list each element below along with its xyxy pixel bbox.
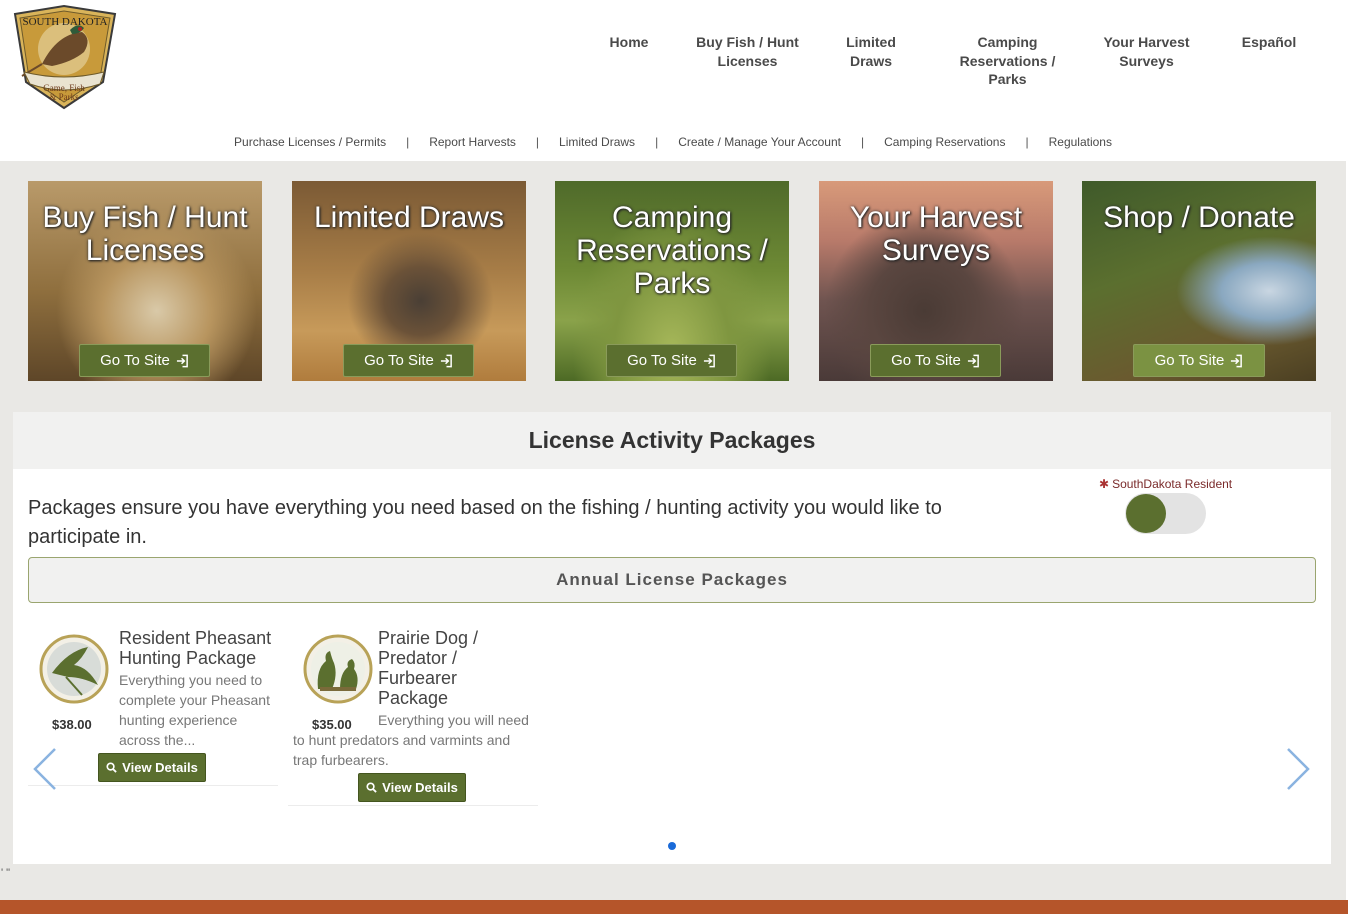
resident-label: ✱ SouthDakota Resident [1099, 477, 1232, 491]
pheasant-package-icon [38, 633, 110, 705]
package-title[interactable]: Resident Pheasant Hunting Package [119, 628, 279, 668]
nav-espanol[interactable]: Español [1234, 33, 1304, 52]
go-to-site-label: Go To Site [627, 352, 697, 369]
required-asterisk-icon: ✱ [1099, 477, 1110, 491]
annual-packages-heading[interactable]: Annual License Packages [28, 557, 1316, 603]
nav-harvest-surveys-label-2: Surveys [1119, 52, 1174, 69]
carousel-indicator-dot[interactable] [668, 842, 676, 850]
stray-text: ' " [1, 867, 11, 879]
feature-tiles: Buy Fish / Hunt Licenses Go To Site Limi… [28, 181, 1316, 381]
nav-harvest-surveys[interactable]: Your Harvest Surveys [1093, 33, 1200, 70]
tile-camping[interactable]: Camping Reservations / Parks Go To Site [555, 181, 789, 381]
tile-title: Buy Fish / Hunt Licenses [42, 201, 248, 267]
resident-label-text: SouthDakota Resident [1112, 477, 1233, 491]
nav-limited-draws-label-1: Limited [846, 34, 896, 50]
search-icon [366, 782, 377, 793]
tile-title: Shop / Donate [1103, 201, 1295, 234]
go-to-site-button[interactable]: Go To Site [1133, 344, 1265, 377]
nav-home[interactable]: Home [600, 33, 658, 52]
subnav-limited-draws[interactable]: Limited Draws [559, 135, 635, 149]
nav-camping[interactable]: Camping Reservations / Parks [950, 33, 1065, 89]
package-price: $38.00 [52, 717, 92, 732]
svg-text:& Parks: & Parks [49, 92, 79, 102]
sign-in-icon [967, 354, 979, 367]
nav-camping-label-2: Reservations / [959, 52, 1056, 69]
nav-buy-licenses[interactable]: Buy Fish / Hunt Licenses [690, 33, 805, 70]
go-to-site-label: Go To Site [364, 352, 434, 369]
subnav-separator: | [1025, 135, 1029, 149]
tile-harvest-surveys[interactable]: Your Harvest Surveys Go To Site [819, 181, 1053, 381]
view-details-button[interactable]: View Details [358, 773, 466, 802]
secondary-navigation: Purchase Licenses / Permits | Report Har… [0, 134, 1346, 150]
footer-bar [0, 900, 1348, 914]
site-header: SOUTH DAKOTA Game, Fish & Parks Home Buy… [0, 0, 1346, 161]
svg-text:SOUTH DAKOTA: SOUTH DAKOTA [23, 16, 108, 28]
predator-package-icon [302, 633, 374, 705]
nav-camping-label-1: Camping [977, 34, 1038, 50]
carousel-prev-button[interactable] [33, 747, 57, 791]
package-description: Everything you will need to hunt predato… [293, 712, 529, 768]
license-packages-section: License Activity Packages Packages ensur… [13, 412, 1331, 864]
tile-title: Limited Draws [313, 201, 505, 234]
subnav-report-harvests[interactable]: Report Harvests [429, 135, 516, 149]
go-to-site-button[interactable]: Go To Site [606, 344, 737, 377]
sign-in-icon [176, 354, 188, 367]
packages-description: Packages ensure you have everything you … [28, 497, 942, 548]
go-to-site-button[interactable]: Go To Site [79, 344, 210, 377]
view-details-label: View Details [382, 780, 458, 795]
tile-title: Camping Reservations / Parks [576, 201, 768, 300]
tile-shop-donate[interactable]: Shop / Donate Go To Site [1082, 181, 1316, 381]
subnav-camping-reservations[interactable]: Camping Reservations [884, 135, 1005, 149]
subnav-separator: | [535, 135, 540, 149]
go-to-site-label: Go To Site [1154, 352, 1225, 369]
nav-limited-draws[interactable]: Limited Draws [836, 33, 906, 70]
tile-title: Your Harvest Surveys [849, 201, 1023, 267]
sign-in-icon [703, 354, 715, 367]
tile-buy-licenses[interactable]: Buy Fish / Hunt Licenses Go To Site [28, 181, 262, 381]
view-details-button[interactable]: View Details [98, 753, 206, 782]
card-divider [28, 785, 278, 786]
tile-limited-draws[interactable]: Limited Draws Go To Site [292, 181, 526, 381]
nav-buy-licenses-label-2: Licenses [717, 52, 778, 69]
chevron-right-icon [1287, 748, 1310, 790]
card-divider [288, 805, 538, 806]
go-to-site-label: Go To Site [891, 352, 961, 369]
nav-limited-draws-label-2: Draws [849, 52, 893, 69]
nav-harvest-surveys-label-1: Your Harvest [1103, 34, 1190, 50]
nav-camping-label-3: Parks [988, 71, 1027, 87]
package-description: Everything you need to complete your Phe… [119, 672, 270, 748]
main-navigation: Home Buy Fish / Hunt Licenses Limited Dr… [0, 33, 1346, 93]
subnav-separator: | [860, 135, 865, 149]
subnav-manage-account[interactable]: Create / Manage Your Account [678, 135, 841, 149]
package-title[interactable]: Prairie Dog / Predator / Furbearer Packa… [378, 628, 498, 708]
subnav-separator: | [406, 135, 410, 149]
sign-in-icon [440, 354, 452, 367]
package-card: $35.00 Prairie Dog / Predator / Furbeare… [288, 625, 538, 806]
go-to-site-label: Go To Site [100, 352, 170, 369]
view-details-label: View Details [122, 760, 198, 775]
nav-home-label: Home [609, 34, 649, 50]
package-card: $38.00 Resident Pheasant Hunting Package… [28, 625, 279, 786]
subnav-separator: | [655, 135, 659, 149]
toggle-knob [1126, 494, 1166, 533]
go-to-site-button[interactable]: Go To Site [343, 344, 474, 377]
sign-in-icon [1231, 354, 1243, 367]
section-heading: License Activity Packages [13, 412, 1331, 469]
chevron-left-icon [33, 748, 56, 790]
nav-buy-licenses-label-1: Buy Fish / Hunt [696, 34, 799, 50]
subnav-regulations[interactable]: Regulations [1049, 135, 1112, 149]
go-to-site-button[interactable]: Go To Site [870, 344, 1001, 377]
search-icon [106, 762, 117, 773]
subnav-purchase-licenses[interactable]: Purchase Licenses / Permits [234, 135, 386, 149]
resident-toggle[interactable] [1125, 493, 1206, 534]
carousel-next-button[interactable] [1286, 747, 1310, 791]
nav-espanol-label: Español [1241, 34, 1297, 50]
